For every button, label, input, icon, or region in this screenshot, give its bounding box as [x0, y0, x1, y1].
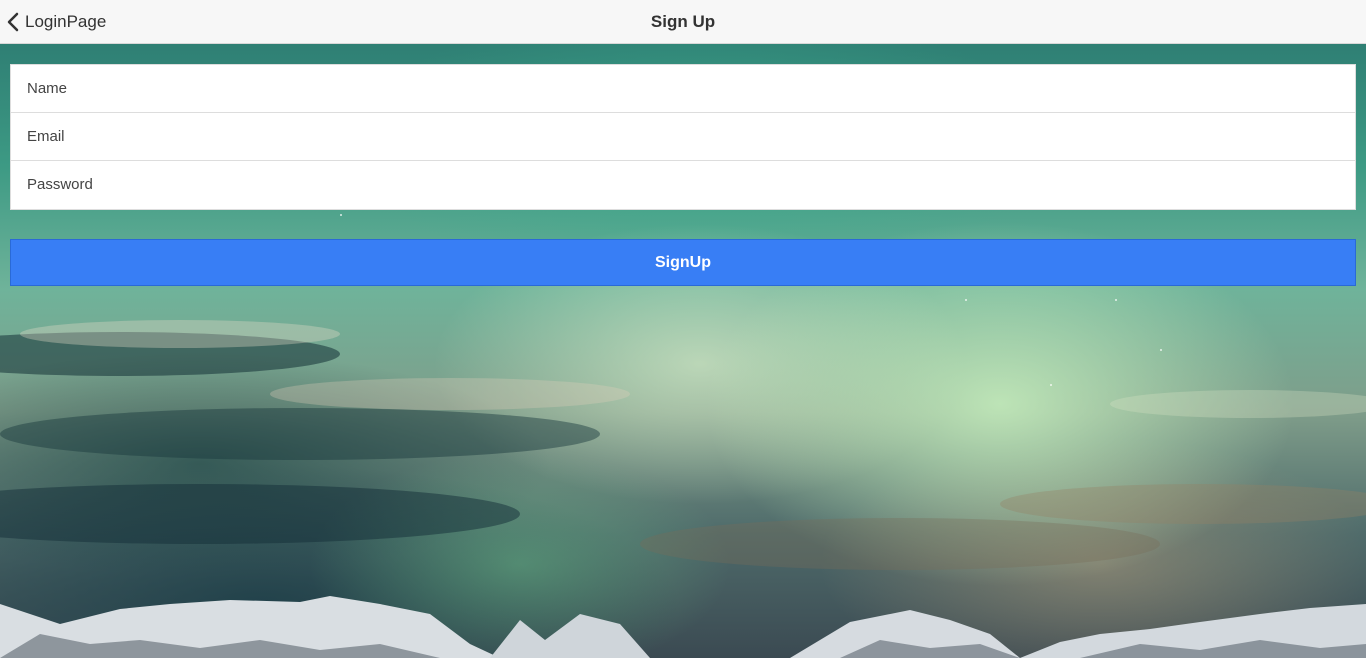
nav-bar: LoginPage Sign Up	[0, 0, 1366, 44]
signup-button[interactable]: SignUp	[10, 239, 1356, 286]
back-button-label: LoginPage	[25, 12, 107, 31]
page-title: Sign Up	[650, 12, 716, 31]
signup-form	[10, 64, 1356, 210]
password-input[interactable]	[11, 161, 1355, 208]
signup-page: LoginPage Sign Up SignUp	[0, 0, 1366, 658]
email-input[interactable]	[11, 113, 1355, 160]
password-item	[11, 161, 1355, 209]
name-item	[11, 65, 1355, 113]
email-item	[11, 113, 1355, 161]
name-input[interactable]	[11, 65, 1355, 112]
chevron-left-icon	[7, 12, 19, 32]
back-button[interactable]: LoginPage	[6, 8, 106, 36]
